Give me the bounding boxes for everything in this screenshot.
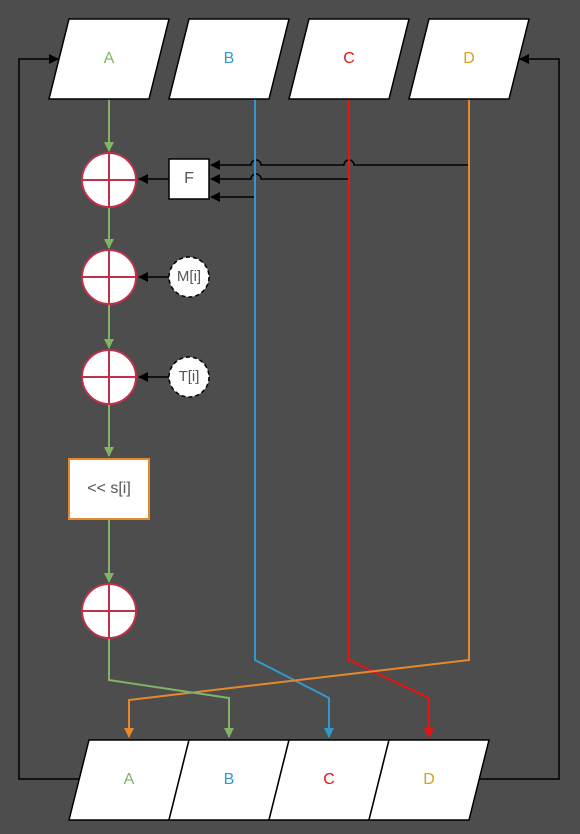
register-top-b-label: B [224,50,235,67]
register-bottom-c: C [268,739,390,821]
register-top-c: C [288,18,410,100]
a-path-to-output-b [108,638,234,738]
constant-input-node: T[i] [168,356,210,398]
f-input-from-d [210,159,469,170]
register-bottom-c-label: C [323,771,335,788]
message-input-label: M[i] [177,268,201,285]
function-f-box: F [168,158,210,200]
constant-input-label: T[i] [179,368,200,385]
message-input-node: M[i] [168,256,210,298]
register-top-a-label: A [104,50,115,67]
shift-box: << s[i] [68,458,150,520]
c-path [348,98,434,738]
b-path [254,98,334,738]
register-bottom-d: D [368,739,490,821]
feedback-line-left [18,54,80,780]
md5-round-diagram: A B C D A B C D F M[i] T[i] << s[i] [18,18,560,821]
register-bottom-d-label: D [423,771,435,788]
register-top-d: D [408,18,530,100]
register-top-d-label: D [463,50,475,67]
register-top-b: B [168,18,290,100]
function-f-label: F [184,170,194,187]
register-top-a: A [48,18,170,100]
register-bottom-b: B [168,739,290,821]
adder-3-icon [81,349,137,405]
register-bottom-b-label: B [224,771,235,788]
f-input-from-c [210,173,349,184]
register-top-c-label: C [343,50,355,67]
adder-1-icon [81,152,137,208]
register-bottom-a: A [68,739,190,821]
shift-label: << s[i] [87,480,131,497]
register-bottom-a-label: A [124,771,135,788]
adder-4-icon [81,583,137,639]
feedback-line-right [480,54,560,780]
adder-2-icon [81,249,137,305]
